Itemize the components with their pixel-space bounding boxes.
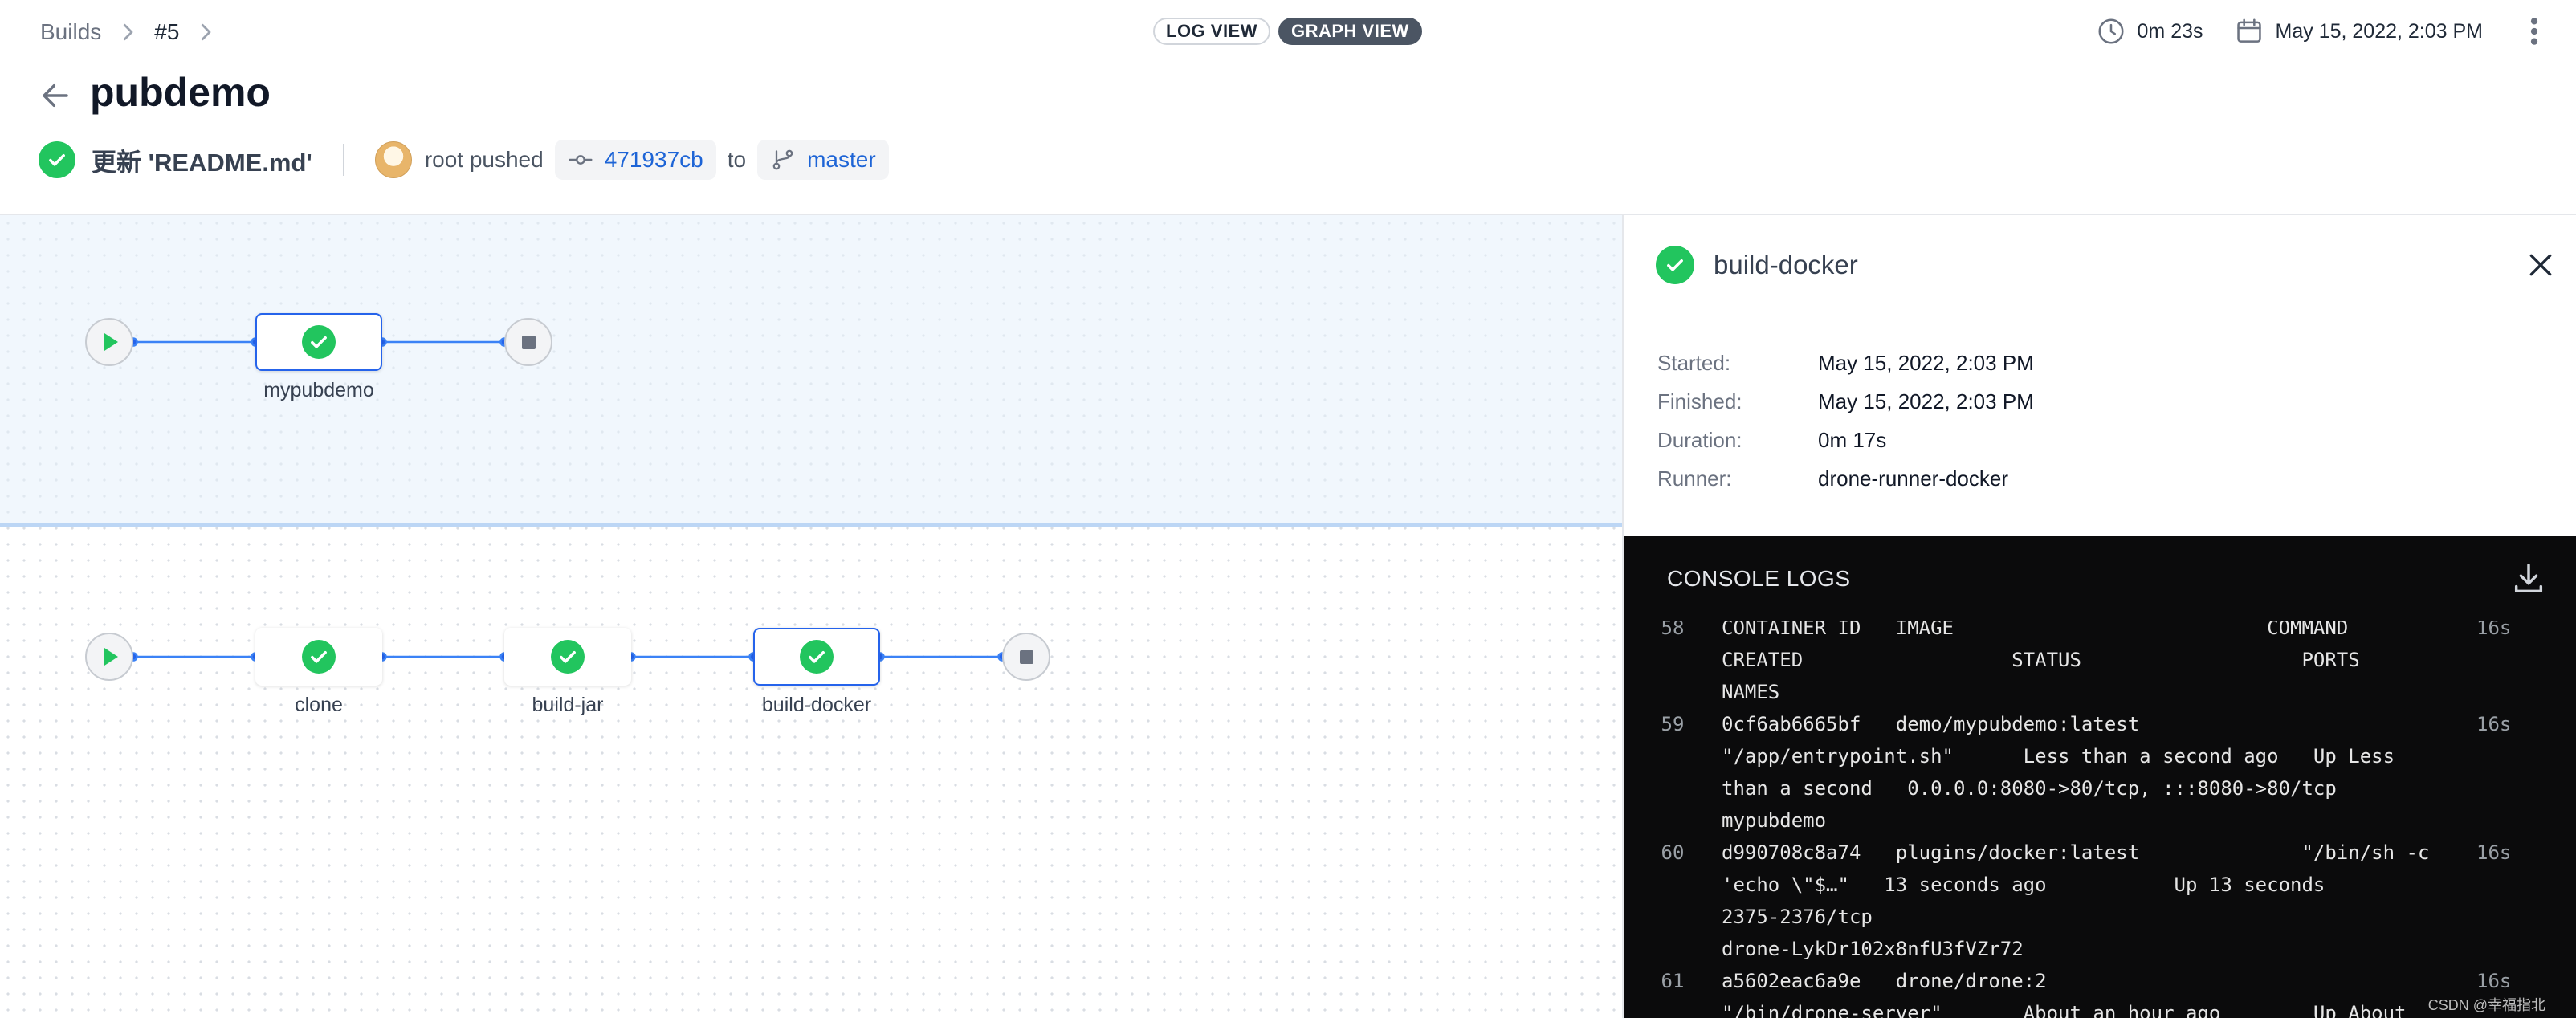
step-detail-panel: build-docker Started: May 15, 2022, 2:03 … — [1622, 214, 2576, 1018]
commit-icon — [569, 155, 593, 165]
build-success-icon — [39, 141, 75, 178]
duration-value: 0m 17s — [1818, 427, 1887, 452]
divider — [342, 144, 344, 176]
branch-name: master — [807, 147, 876, 172]
step-success-icon — [302, 640, 336, 674]
stage-start-icon — [85, 318, 133, 366]
build-meta: 0m 23s May 15, 2022, 2:03 PM — [2096, 14, 2483, 48]
page-title: pubdemo — [90, 70, 271, 115]
step-success-icon — [1656, 246, 1694, 284]
duration-label: Duration: — [1657, 427, 1742, 452]
log-view-button[interactable]: LOG VIEW — [1153, 18, 1270, 45]
commit-sha-link[interactable]: 471937cb — [554, 140, 716, 180]
more-options-icon[interactable] — [2528, 16, 2541, 47]
step-node-mypubdemo[interactable] — [255, 313, 382, 371]
step-success-icon — [800, 640, 834, 674]
breadcrumb: Builds #5 — [40, 18, 232, 47]
step-label: clone — [295, 694, 343, 716]
pipeline-graph-canvas[interactable]: mypubdemo clone build-jar build-docker — [0, 214, 1622, 1018]
graph-view-button[interactable]: GRAPH VIEW — [1278, 18, 1422, 45]
commit-message: 更新 'README.md' — [92, 148, 312, 177]
commit-author-action: root pushed — [424, 147, 544, 172]
clock-icon — [2098, 18, 2124, 44]
step-info: Started: May 15, 2022, 2:03 PM Finished: M… — [1657, 344, 2034, 498]
runner-label: Runner: — [1657, 466, 1732, 491]
step-label: build-docker — [761, 694, 872, 716]
chevron-right-icon — [202, 23, 211, 41]
chevron-right-icon — [124, 23, 133, 41]
build-date: May 15, 2022, 2:03 PM — [2275, 19, 2483, 43]
console-logs[interactable]: 58 CONTAINER ID IMAGE COMMAND CREATED STA… — [1624, 536, 2576, 1018]
to-label: to — [727, 147, 747, 172]
runner-value: drone-runner-docker — [1818, 466, 2009, 491]
console-header: CONSOLE LOGS — [1624, 536, 2576, 621]
back-arrow-icon[interactable] — [39, 79, 72, 112]
close-icon[interactable] — [2525, 249, 2557, 281]
console-log-lines: 58 CONTAINER ID IMAGE COMMAND CREATED STA… — [1624, 612, 2576, 1018]
stage-start-icon — [85, 633, 133, 681]
step-detail-title: build-docker — [1714, 250, 1858, 279]
view-toggle: LOG VIEW GRAPH VIEW — [1153, 18, 1422, 45]
branch-icon — [772, 149, 793, 170]
download-icon[interactable] — [2510, 560, 2547, 597]
step-label: mypubdemo — [263, 379, 374, 401]
step-label: build-jar — [532, 694, 604, 716]
watermark: CSDN @幸福指北 — [2427, 997, 2545, 1013]
build-duration: 0m 23s — [2137, 19, 2203, 43]
step-node-build-jar[interactable] — [504, 628, 631, 686]
console-title: CONSOLE LOGS — [1667, 565, 1851, 591]
step-node-build-docker[interactable] — [753, 628, 880, 686]
log-line: 59 0cf6ab6665bf demo/mypubdemo:latest "/a… — [1661, 713, 2512, 832]
breadcrumb-builds-link[interactable]: Builds — [40, 19, 101, 45]
step-success-icon — [551, 640, 585, 674]
breadcrumb-build-number[interactable]: #5 — [154, 19, 179, 45]
step-node-clone[interactable] — [255, 628, 382, 686]
avatar — [374, 141, 412, 178]
calendar-icon — [2236, 18, 2261, 43]
commit-info: 更新 'README.md' root pushed 471937cb to m… — [39, 140, 889, 180]
started-value: May 15, 2022, 2:03 PM — [1818, 350, 2034, 375]
stage-end-icon — [1002, 633, 1050, 681]
commit-sha: 471937cb — [604, 147, 703, 172]
finished-value: May 15, 2022, 2:03 PM — [1818, 389, 2034, 413]
stage-end-icon — [504, 318, 552, 366]
log-line: 60 d990708c8a74 plugins/docker:latest "/b… — [1661, 841, 2512, 960]
log-line: 58 CONTAINER ID IMAGE COMMAND CREATED STA… — [1661, 617, 2512, 703]
branch-link[interactable]: master — [757, 140, 889, 180]
started-label: Started: — [1657, 350, 1731, 375]
step-detail-header: build-docker — [1656, 246, 1858, 284]
pipeline-edges — [128, 337, 1007, 662]
step-success-icon — [302, 325, 336, 359]
finished-label: Finished: — [1657, 389, 1742, 413]
